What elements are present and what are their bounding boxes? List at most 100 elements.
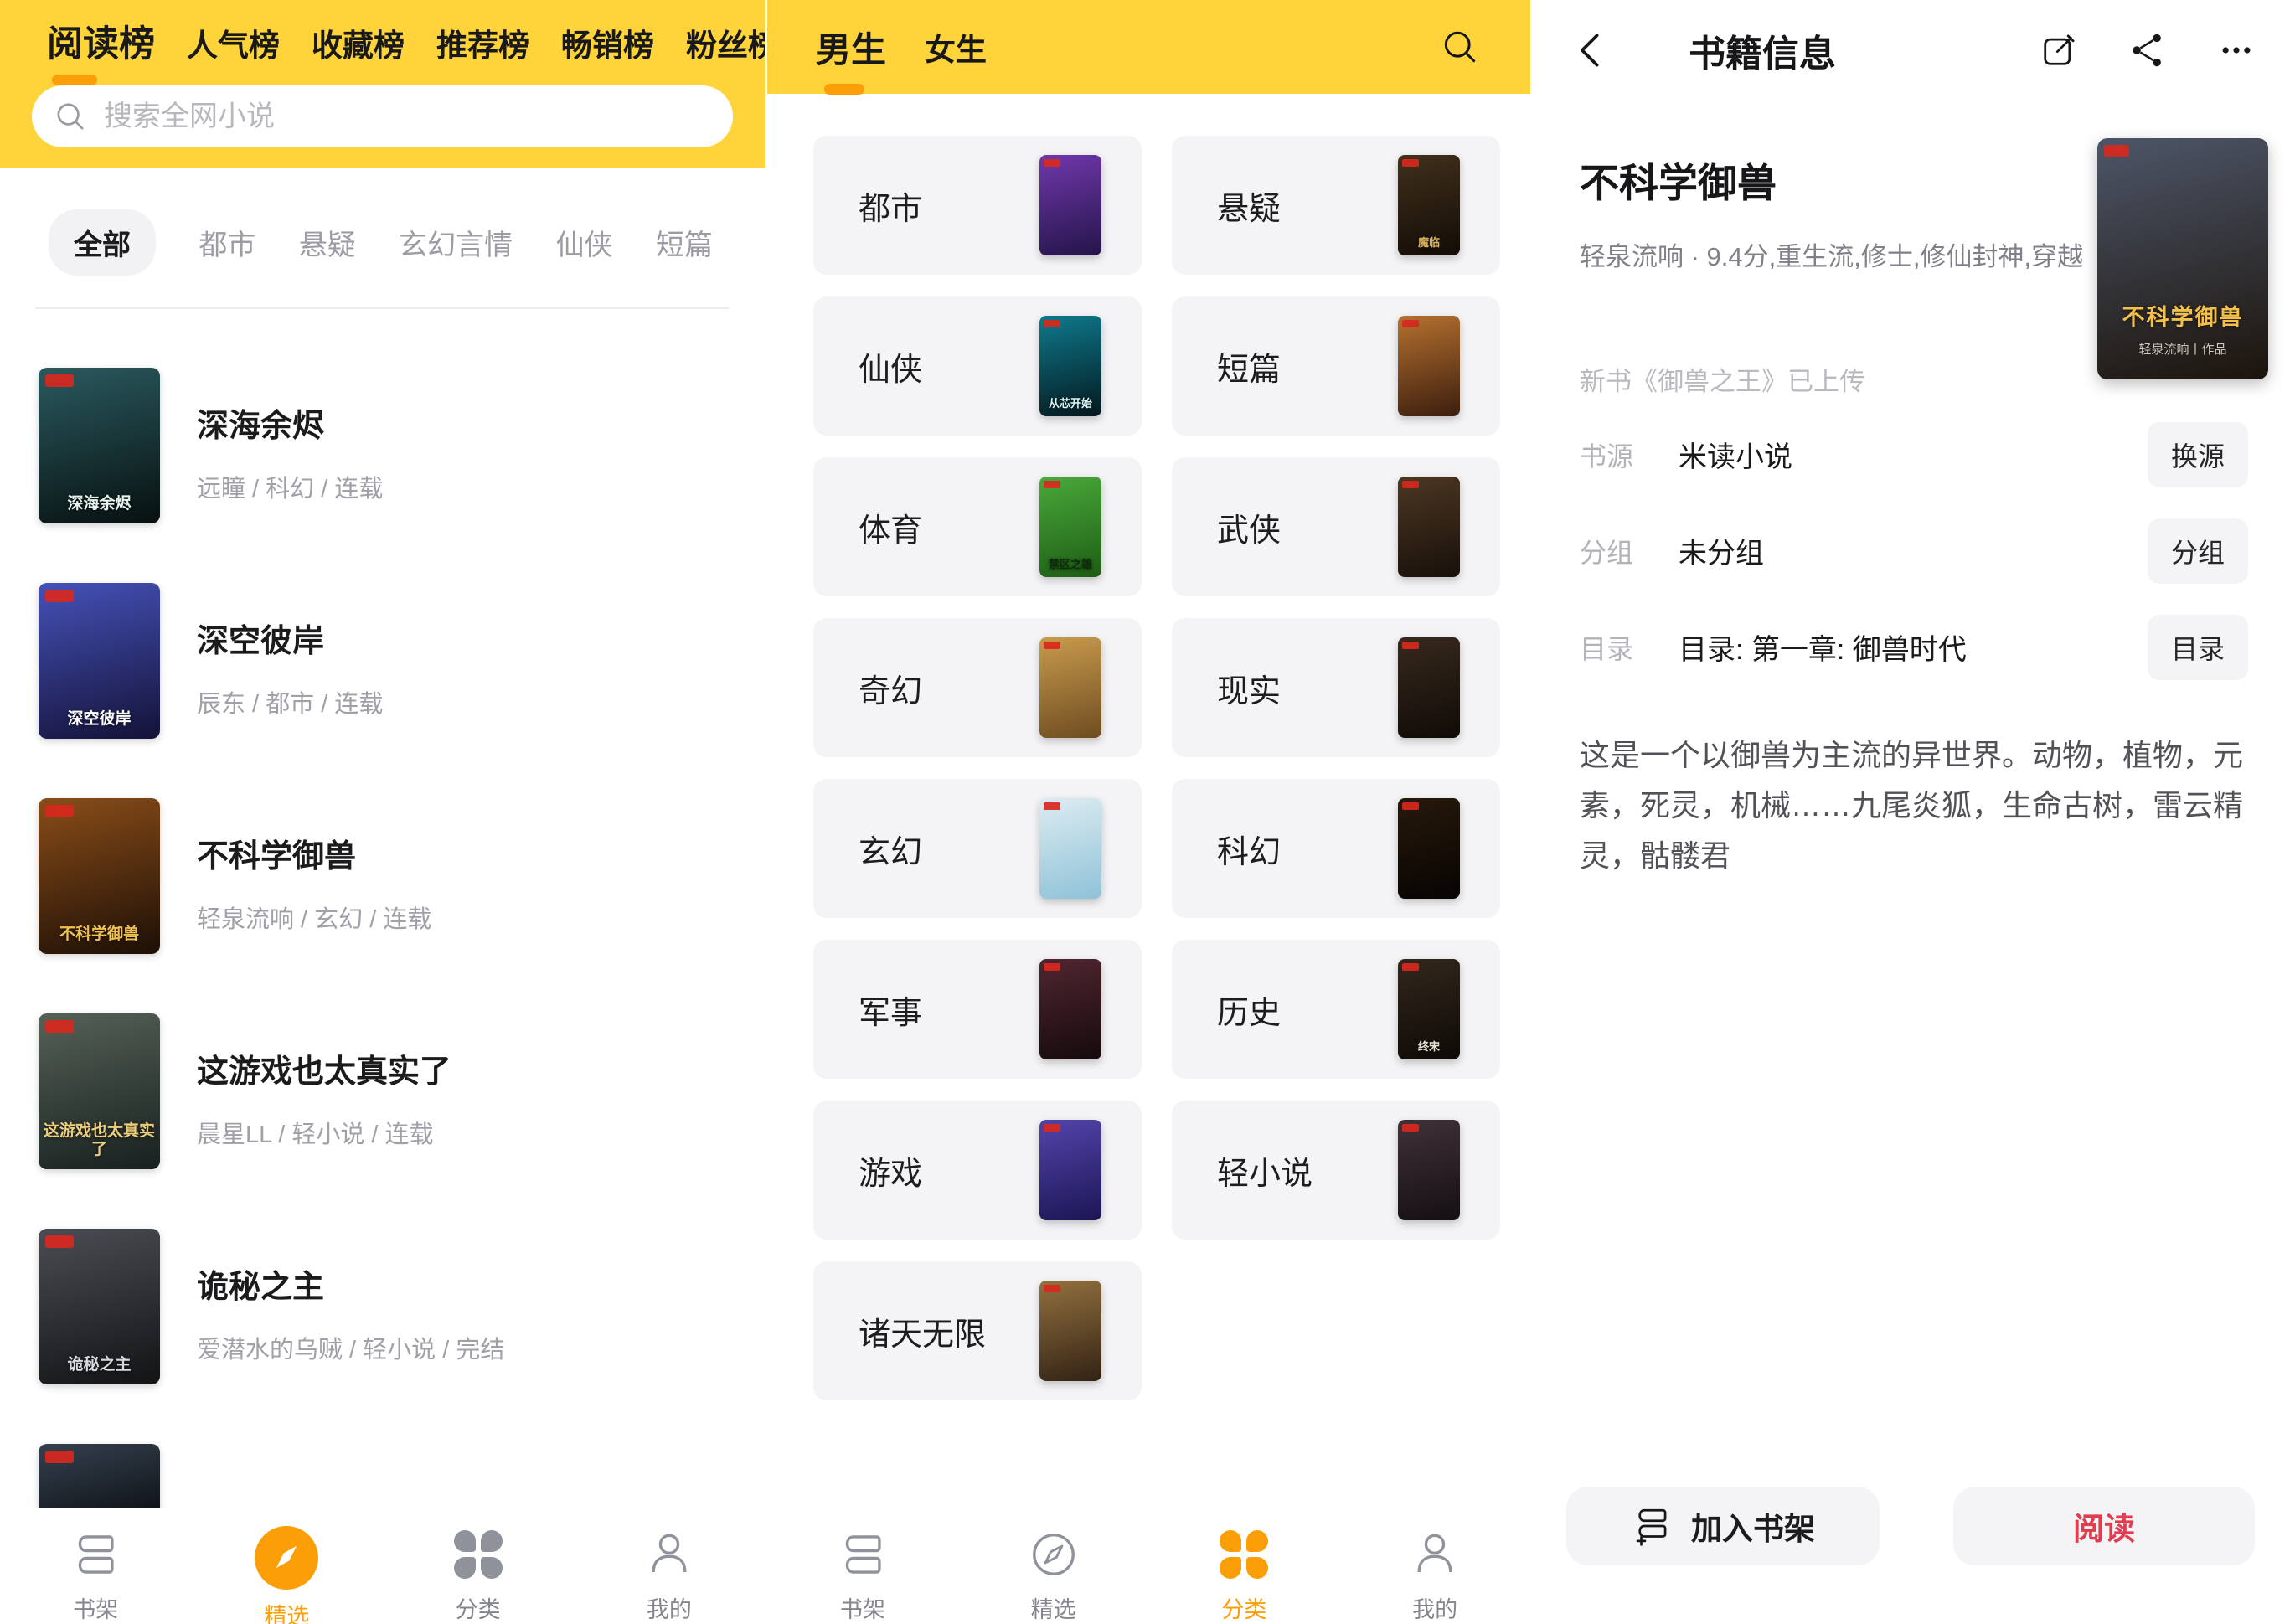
category-cover bbox=[1039, 155, 1101, 255]
row-label: 目录 bbox=[1580, 628, 1679, 667]
book-list-item[interactable] bbox=[39, 1444, 765, 1516]
filter-fantasy-romance[interactable]: 玄幻言情 bbox=[399, 222, 513, 263]
category-label: 武侠 bbox=[1217, 504, 1281, 550]
nav-label: 书架 bbox=[840, 1591, 885, 1624]
book-info: 这游戏也太真实了 晨星LL / 轻小说 / 连载 bbox=[197, 1013, 451, 1169]
nav-label: 分类 bbox=[1221, 1591, 1266, 1624]
nav-item-category[interactable]: 分类 bbox=[383, 1508, 574, 1624]
category-card-light-novel[interactable]: 轻小说 bbox=[1172, 1101, 1500, 1240]
category-card-military[interactable]: 军事 bbox=[813, 940, 1142, 1079]
tab-recommend-rank[interactable]: 推荐榜 bbox=[436, 20, 529, 82]
tab-female[interactable]: 女生 bbox=[925, 24, 987, 70]
group-button[interactable]: 分组 bbox=[2148, 518, 2248, 584]
category-label: 历史 bbox=[1217, 987, 1281, 1033]
catalog-button[interactable]: 目录 bbox=[2148, 615, 2248, 680]
category-card-history[interactable]: 历史 终宋 bbox=[1172, 940, 1500, 1079]
category-card-xianxia[interactable]: 仙侠 从芯开始 bbox=[813, 296, 1142, 436]
filter-urban[interactable]: 都市 bbox=[199, 222, 255, 263]
share-icon[interactable] bbox=[2127, 30, 2168, 70]
book-list-item[interactable]: 诡秘之主 诡秘之主 爱潜水的乌贼 / 轻小说 / 完结 bbox=[39, 1229, 765, 1384]
cover-title-text: 不科学御兽 bbox=[39, 925, 160, 944]
category-label: 都市 bbox=[859, 183, 922, 229]
add-to-shelf-label: 加入书架 bbox=[1691, 1503, 1815, 1549]
search-input[interactable] bbox=[104, 101, 719, 133]
book-meta: 晨星LL / 轻小说 / 连载 bbox=[197, 1115, 451, 1150]
change-source-button[interactable]: 换源 bbox=[2148, 422, 2248, 487]
book-list-item[interactable]: 这游戏也太真实了 这游戏也太真实了 晨星LL / 轻小说 / 连载 bbox=[39, 1013, 765, 1169]
row-value: 未分组 bbox=[1679, 530, 1764, 571]
category-label: 军事 bbox=[859, 987, 922, 1033]
tab-favorites-rank[interactable]: 收藏榜 bbox=[312, 20, 405, 82]
category-cover bbox=[1039, 1120, 1101, 1220]
book-title: 不科学御兽 bbox=[197, 830, 431, 876]
publisher-badge bbox=[1402, 159, 1419, 167]
tab-fans-rank[interactable]: 粉丝榜 bbox=[686, 20, 765, 82]
publisher-badge bbox=[45, 805, 74, 817]
nav-item-bookshelf[interactable]: 书架 bbox=[0, 1508, 191, 1624]
bottom-nav: 书架 精选 分类 我的 bbox=[767, 1508, 1530, 1624]
publisher-badge bbox=[1402, 481, 1419, 488]
category-cover: 终宋 bbox=[1398, 959, 1460, 1059]
nav-item-bookshelf[interactable]: 书架 bbox=[767, 1508, 958, 1624]
cover-title-text: 诡秘之主 bbox=[39, 1356, 160, 1374]
category-card-wuxia[interactable]: 武侠 bbox=[1172, 457, 1500, 596]
category-card-game[interactable]: 游戏 bbox=[813, 1101, 1142, 1240]
category-cover bbox=[1398, 477, 1460, 577]
category-card-infinite[interactable]: 诸天无限 bbox=[813, 1261, 1142, 1400]
search-bar[interactable] bbox=[32, 85, 733, 147]
back-icon[interactable] bbox=[1571, 28, 1615, 72]
nav-item-mine[interactable]: 我的 bbox=[1339, 1508, 1530, 1624]
row-label: 分组 bbox=[1580, 532, 1679, 570]
category-label: 玄幻 bbox=[859, 826, 922, 872]
category-card-xuanhuan[interactable]: 玄幻 bbox=[813, 779, 1142, 918]
compass-icon bbox=[255, 1528, 318, 1588]
book-list-item[interactable]: 深海余烬 深海余烬 远瞳 / 科幻 / 连载 bbox=[39, 368, 765, 523]
publisher-badge bbox=[1402, 1124, 1419, 1132]
more-icon[interactable] bbox=[2216, 30, 2256, 70]
book-info-screen: 书籍信息 不科学御兽 轻泉流响 · 9.4分,重生流,修士,修仙封神,穿越,空.… bbox=[1530, 0, 2295, 1624]
category-card-short[interactable]: 短篇 bbox=[1172, 296, 1500, 436]
search-icon[interactable] bbox=[1438, 25, 1482, 69]
publisher-badge bbox=[45, 590, 74, 602]
category-card-reality[interactable]: 现实 bbox=[1172, 618, 1500, 757]
filter-suspense[interactable]: 悬疑 bbox=[299, 222, 356, 263]
book-info-rows: 书源 米读小说 换源 分组 未分组 分组 目录 目录: 第一章: 御兽时代 目录 bbox=[1533, 402, 2295, 695]
nav-item-featured[interactable]: 精选 bbox=[958, 1508, 1149, 1624]
book-cover: 不科学御兽 轻泉流响丨作品 bbox=[2097, 138, 2268, 379]
book-info: 深海余烬 远瞳 / 科幻 / 连载 bbox=[197, 368, 383, 523]
category-card-urban[interactable]: 都市 bbox=[813, 136, 1142, 275]
publisher-badge bbox=[2104, 145, 2129, 157]
publisher-badge bbox=[1044, 159, 1060, 167]
category-card-scifi[interactable]: 科幻 bbox=[1172, 779, 1500, 918]
edit-icon[interactable] bbox=[2039, 30, 2079, 70]
category-label: 现实 bbox=[1217, 665, 1281, 711]
read-button[interactable]: 阅读 bbox=[1953, 1487, 2255, 1565]
category-label: 科幻 bbox=[1217, 826, 1281, 872]
publisher-badge bbox=[1044, 320, 1060, 327]
book-list-item[interactable]: 深空彼岸 深空彼岸 辰东 / 都市 / 连载 bbox=[39, 583, 765, 739]
filter-xianxia[interactable]: 仙侠 bbox=[556, 222, 613, 263]
filter-short[interactable]: 短篇 bbox=[656, 222, 713, 263]
tab-popularity-rank[interactable]: 人气榜 bbox=[187, 20, 280, 82]
category-card-sports[interactable]: 体育 禁区之雄 bbox=[813, 457, 1142, 596]
tab-male[interactable]: 男生 bbox=[816, 22, 886, 73]
nav-item-mine[interactable]: 我的 bbox=[574, 1508, 765, 1624]
book-list-item[interactable]: 不科学御兽 不科学御兽 轻泉流响 / 玄幻 / 连载 bbox=[39, 798, 765, 954]
add-to-shelf-button[interactable]: 加入书架 bbox=[1566, 1487, 1880, 1565]
tab-reading-rank[interactable]: 阅读榜 bbox=[47, 15, 155, 84]
filter-all[interactable]: 全部 bbox=[49, 209, 156, 276]
book-info: 深空彼岸 辰东 / 都市 / 连载 bbox=[197, 583, 383, 739]
book-title: 这游戏也太真实了 bbox=[197, 1045, 451, 1091]
category-card-suspense[interactable]: 悬疑 魔临 bbox=[1172, 136, 1500, 275]
category-card-qihuan[interactable]: 奇幻 bbox=[813, 618, 1142, 757]
publisher-badge bbox=[1044, 642, 1060, 649]
rank-list-screen: 阅读榜 人气榜 收藏榜 推荐榜 畅销榜 粉丝榜 全部 都市 悬疑 玄幻言情 仙侠… bbox=[0, 0, 765, 1624]
tab-bestseller-rank[interactable]: 畅销榜 bbox=[561, 20, 654, 82]
nav-item-category[interactable]: 分类 bbox=[1149, 1508, 1340, 1624]
category-cover: 从芯开始 bbox=[1039, 316, 1101, 416]
category-grid-icon bbox=[454, 1528, 503, 1581]
category-label: 游戏 bbox=[859, 1147, 922, 1194]
row-catalog: 目录 目录: 第一章: 御兽时代 目录 bbox=[1580, 599, 2248, 695]
book-summary: 不科学御兽 轻泉流响 · 9.4分,重生流,修士,修仙封神,穿越,空... 新书… bbox=[1533, 101, 2295, 402]
nav-item-featured[interactable]: 精选 bbox=[191, 1508, 382, 1624]
